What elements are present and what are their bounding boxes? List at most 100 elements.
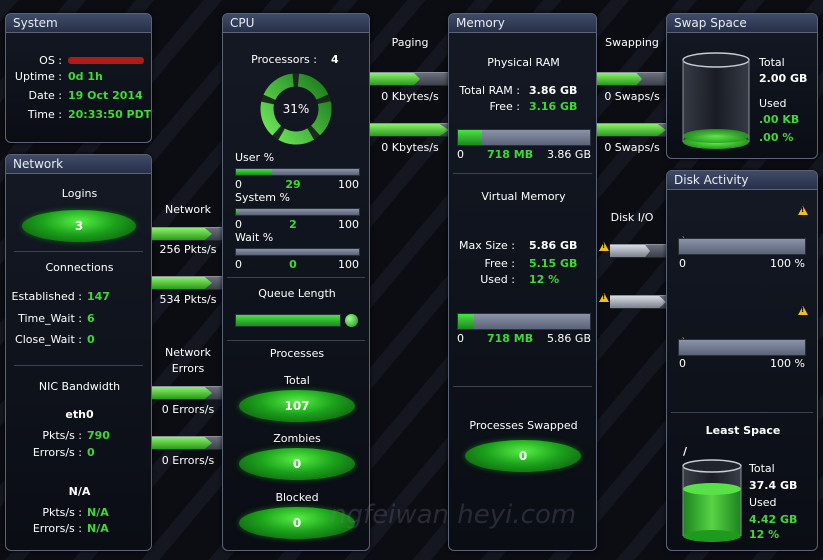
- max-size-value: 5.86 GB: [529, 239, 578, 252]
- least-space-used-value: 4.42 GB: [749, 513, 798, 526]
- na-errors-value: N/A: [87, 522, 109, 535]
- disk-bar-2-max: 100 %: [770, 357, 805, 370]
- cpu-gauge-value: 31%: [283, 102, 310, 116]
- virtual-memory-bar-fill: [458, 314, 474, 329]
- system-cpu-value: 2: [289, 218, 297, 231]
- system-title: System: [6, 14, 151, 33]
- swap-used-value: .00 KB: [759, 113, 800, 126]
- paging-out-pipe: [370, 123, 449, 137]
- wait-max: 100: [338, 258, 359, 271]
- processes-swapped-value: 0: [518, 449, 528, 463]
- virtual-used-value: 12 %: [529, 273, 560, 286]
- divider: [671, 412, 813, 413]
- virtual-memory-label: Virtual Memory: [481, 190, 566, 203]
- max-size-label: Max Size :: [458, 239, 515, 252]
- queue-label: Queue Length: [258, 287, 336, 300]
- memory-title: Memory: [449, 14, 596, 33]
- physical-ram-bar-fill: [458, 130, 482, 145]
- na-pkts-value: N/A: [87, 506, 109, 519]
- least-space-used-percent: 12 %: [749, 528, 780, 541]
- swap-in-rate: 0 Swaps/s: [604, 90, 660, 103]
- physical-max: 3.86 GB: [546, 148, 591, 161]
- disk-warning-icon: [798, 206, 808, 215]
- divider: [14, 365, 143, 366]
- disk-bar-2: [678, 339, 806, 356]
- processors-label: Processors :: [251, 53, 317, 66]
- eth0-pkts-value: 790: [87, 429, 110, 442]
- system-max: 100: [338, 218, 359, 231]
- system-bar: [235, 208, 360, 216]
- least-space-mount: /: [683, 445, 688, 458]
- paging-out-rate: 0 Kbytes/s: [381, 141, 439, 154]
- virtual-free-label: Free :: [484, 257, 515, 270]
- time-value: 20:33:50 PDT: [68, 108, 152, 121]
- na-label: N/A: [68, 485, 91, 498]
- errors-in-rate: 0 Errors/s: [161, 403, 215, 416]
- zombies-value: 0: [292, 457, 302, 471]
- least-space-label: Least Space: [705, 424, 781, 437]
- logins-oval: 3: [22, 210, 136, 242]
- virtual-memory-bar: [457, 313, 591, 330]
- swap-total-value: 2.00 GB: [759, 72, 808, 85]
- queue-bar: [235, 314, 341, 327]
- divider: [227, 340, 365, 341]
- virtual-used-label: Used :: [480, 273, 515, 286]
- closewait-value: 0: [87, 333, 95, 346]
- total-processes-oval: 107: [239, 390, 355, 422]
- connections-label: Connections: [45, 261, 114, 274]
- swap-space-panel: Swap Space Total 2.00 GB Used .00 KB .00…: [666, 13, 818, 159]
- paging-in-rate: 0 Kbytes/s: [381, 90, 439, 103]
- physical-min: 0: [457, 148, 464, 161]
- user-bar: [235, 168, 360, 176]
- na-pkts-label: Pkts/s :: [42, 506, 82, 519]
- processes-label: Processes: [269, 347, 325, 360]
- system-bar-fill: [236, 209, 239, 215]
- disk-bar-1-max: 100 %: [770, 257, 805, 270]
- processes-swapped-label: Processes Swapped: [469, 419, 578, 432]
- swap-in-pipe: [597, 72, 666, 86]
- system-min: 0: [235, 218, 242, 231]
- paging-connector-label: Paging: [391, 36, 429, 49]
- network-out-rate: 534 Pkts/s: [159, 293, 217, 306]
- watermark: ngfeiwan heyi.com: [330, 500, 577, 530]
- zombies-oval: 0: [239, 448, 355, 480]
- user-value: 29: [285, 178, 301, 191]
- network-in-rate: 256 Pkts/s: [159, 243, 217, 256]
- wait-bar: [235, 248, 360, 256]
- swap-out-pipe: [597, 123, 666, 137]
- established-value: 147: [87, 290, 110, 303]
- date-label: Date :: [28, 89, 63, 102]
- physical-used: 718 MB: [487, 148, 534, 161]
- errors-connector-label-2: Errors: [171, 362, 205, 375]
- closewait-label: Close_Wait :: [15, 333, 82, 346]
- swap-total-label: Total: [759, 56, 785, 69]
- divider: [453, 386, 592, 387]
- wait-label: Wait %: [235, 231, 274, 244]
- timewait-label: Time_Wait :: [18, 312, 82, 325]
- wait-min: 0: [235, 258, 242, 271]
- date-value: 19 Oct 2014: [68, 89, 143, 102]
- eth0-errors-label: Errors/s :: [32, 446, 82, 459]
- divider: [14, 251, 143, 252]
- divider: [453, 173, 592, 174]
- virtual-max: 5.86 GB: [546, 332, 591, 345]
- network-title: Network: [6, 155, 151, 174]
- timewait-value: 6: [87, 312, 95, 325]
- disk-bar-1-min: 0: [679, 257, 686, 270]
- network-connector-label: Network: [165, 203, 211, 216]
- logins-value: 3: [74, 219, 84, 233]
- swapping-connector-label: Swapping: [605, 36, 659, 49]
- system-panel: System OS : Uptime : 0d 1h Date : 19 Oct…: [5, 13, 152, 143]
- network-in-pipe: [152, 227, 223, 241]
- diskio-connector-label: Disk I/O: [610, 211, 654, 224]
- memory-panel: Memory Physical RAM Total RAM : 3.86 GB …: [448, 13, 597, 551]
- network-out-pipe: [152, 276, 223, 290]
- user-max: 100: [338, 178, 359, 191]
- disk-title: Disk Activity: [667, 171, 817, 190]
- eth0-label: eth0: [65, 408, 94, 421]
- virtual-min: 0: [457, 332, 464, 345]
- swap-used-percent: .00 %: [759, 131, 794, 144]
- swap-cylinder: [682, 52, 750, 149]
- established-label: Established :: [11, 290, 83, 303]
- errors-out-rate: 0 Errors/s: [161, 454, 215, 467]
